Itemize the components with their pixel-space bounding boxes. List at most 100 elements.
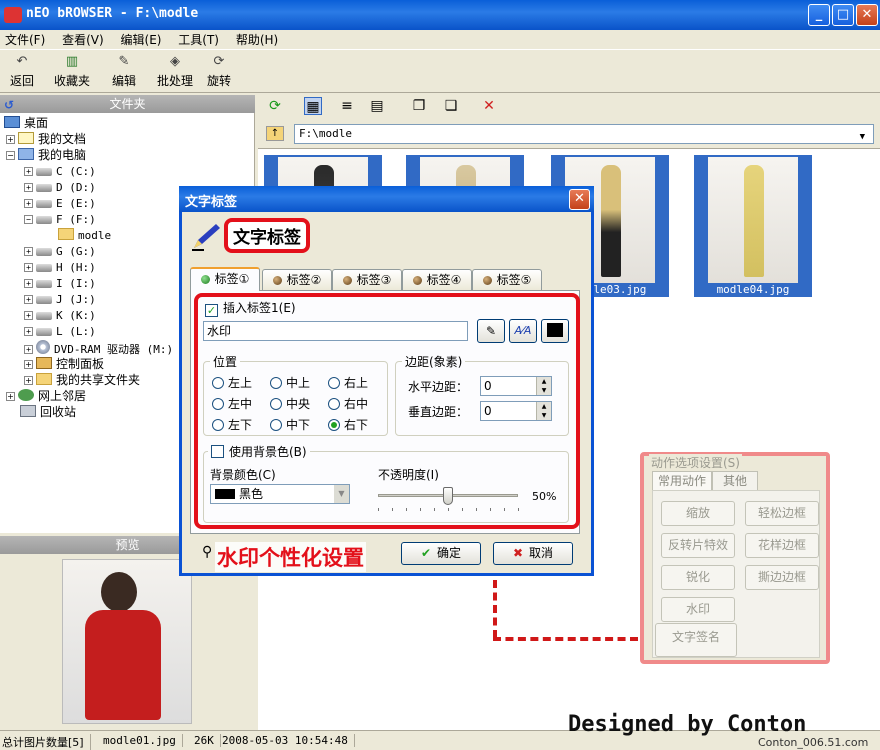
app-icon xyxy=(4,7,22,23)
folder-up-icon[interactable]: ↑ xyxy=(266,126,284,141)
dvd-icon xyxy=(36,340,50,354)
ok-button[interactable]: ✔ 确定 xyxy=(401,542,481,565)
tab-other[interactable]: 其他 xyxy=(712,471,758,490)
watermark-button[interactable]: 水印 xyxy=(661,597,735,622)
expand-icon[interactable]: + xyxy=(24,327,33,336)
tab-label-2[interactable]: 标签② xyxy=(262,269,332,290)
minimize-button[interactable]: _ xyxy=(808,4,830,26)
expand-icon[interactable]: + xyxy=(6,135,15,144)
expand-icon[interactable]: + xyxy=(24,247,33,256)
designer-watermark: Designed by Conton xyxy=(568,712,807,737)
collapse-icon[interactable]: − xyxy=(6,151,15,160)
tree-item-my-computer[interactable]: − 我的电脑 xyxy=(6,147,86,163)
scale-button[interactable]: 缩放 xyxy=(661,501,735,526)
expand-icon[interactable]: + xyxy=(24,279,33,288)
thumbnail-item[interactable]: modle04.jpg xyxy=(694,155,812,297)
tree-item-dvd[interactable]: + DVD-RAM 驱动器 (M:) xyxy=(24,340,173,356)
expand-icon[interactable]: + xyxy=(24,263,33,272)
sharpen-button[interactable]: 锐化 xyxy=(661,565,735,590)
magnifier-icon[interactable]: ⚲ xyxy=(202,544,212,560)
menu-view[interactable]: 查看(V) xyxy=(57,30,112,48)
tree-item-drive-i[interactable]: + I (I:) xyxy=(24,276,96,292)
folder-icon xyxy=(18,132,34,144)
edit-button[interactable]: ✎ 编辑 xyxy=(108,54,140,92)
menu-tools[interactable]: 工具(T) xyxy=(173,30,227,48)
dialog-heading: 文字标签 xyxy=(224,218,310,253)
text-signature-button[interactable]: 文字签名 xyxy=(655,623,737,657)
action-buttons: 缩放 轻松边框 反转片特效 花样边框 锐化 撕边边框 水印 文字签名 xyxy=(652,490,820,658)
tree-item-drive-l[interactable]: + L (L:) xyxy=(24,324,96,340)
torn-border-button[interactable]: 撕边边框 xyxy=(745,565,819,590)
copy-icon[interactable]: ❐ xyxy=(410,97,428,115)
tab-common-actions[interactable]: 常用动作 xyxy=(652,471,712,490)
expand-icon[interactable]: + xyxy=(24,199,33,208)
tree-item-drive-k[interactable]: + K (K:) xyxy=(24,308,96,324)
computer-icon xyxy=(18,148,34,160)
refresh-icon[interactable]: ↺ xyxy=(4,96,14,114)
tree-item-shared[interactable]: + 我的共享文件夹 xyxy=(24,372,140,388)
chevron-down-icon[interactable]: ▼ xyxy=(860,128,865,146)
expand-icon[interactable]: + xyxy=(24,167,33,176)
delete-icon[interactable]: ✕ xyxy=(480,97,498,115)
pattern-border-button[interactable]: 花样边框 xyxy=(745,533,819,558)
tree-item-drive-d[interactable]: + D (D:) xyxy=(24,180,96,196)
expand-icon[interactable]: + xyxy=(24,360,33,369)
preview-pane xyxy=(0,554,255,730)
text-label-dialog: 文字标签 ✕ 文字标签 标签① 标签② 标签③ 标签④ 标签⑤ ✓ 插入标签1(E… xyxy=(179,186,594,576)
expand-icon[interactable]: + xyxy=(24,345,33,354)
tree-item-my-docs[interactable]: + 我的文档 xyxy=(6,131,86,147)
cancel-button[interactable]: ✖ 取消 xyxy=(493,542,573,565)
tree-item-drive-e[interactable]: + E (E:) xyxy=(24,196,96,212)
easy-border-button[interactable]: 轻松边框 xyxy=(745,501,819,526)
menu-edit[interactable]: 编辑(E) xyxy=(116,30,170,48)
tree-item-modle[interactable]: modle xyxy=(58,228,111,244)
paste-icon[interactable]: ❏ xyxy=(442,97,460,115)
thumbnail-view-icon[interactable]: ▦ xyxy=(304,97,322,115)
tree-item-desktop[interactable]: 桌面 xyxy=(4,115,48,131)
expand-icon[interactable]: + xyxy=(6,392,15,401)
shared-folder-icon xyxy=(36,373,52,385)
tree-item-control-panel[interactable]: + 控制面板 xyxy=(24,356,104,372)
tab-label-5[interactable]: 标签⑤ xyxy=(472,269,542,290)
refresh-icon[interactable]: ⟳ xyxy=(266,97,284,115)
tree-item-drive-j[interactable]: + J (J:) xyxy=(24,292,96,308)
expand-icon[interactable]: + xyxy=(24,295,33,304)
rotate-button[interactable]: ⟳ 旋转 xyxy=(204,54,234,92)
drive-icon xyxy=(36,248,52,256)
rotate-icon: ⟳ xyxy=(213,54,225,69)
detail-view-icon[interactable]: ▤ xyxy=(368,97,386,115)
folder-icon xyxy=(58,228,74,240)
window-title: nEO bROWSER - F:\modle xyxy=(26,6,199,21)
tab-label-4[interactable]: 标签④ xyxy=(402,269,472,290)
tab-label-1[interactable]: 标签① xyxy=(190,267,260,291)
expand-icon[interactable]: + xyxy=(24,183,33,192)
status-total: 总计图片数量[5] xyxy=(2,734,91,750)
maximize-button[interactable]: □ xyxy=(832,4,854,26)
tab-label-3[interactable]: 标签③ xyxy=(332,269,402,290)
tree-item-drive-g[interactable]: + G (G:) xyxy=(24,244,96,260)
dialog-title-bar[interactable]: 文字标签 ✕ xyxy=(179,186,594,212)
favorites-button[interactable]: ▥ 收藏夹 xyxy=(50,54,94,92)
batch-button[interactable]: ◈ 批处理 xyxy=(154,54,196,92)
toolbar: ↶ 返回 ▥ 收藏夹 ✎ 编辑 ◈ 批处理 ⟳ 旋转 xyxy=(0,49,880,93)
dialog-close-button[interactable]: ✕ xyxy=(569,189,590,210)
collapse-icon[interactable]: − xyxy=(24,215,33,224)
bullet-icon xyxy=(200,275,210,284)
menu-file[interactable]: 文件(F) xyxy=(0,30,53,48)
expand-icon[interactable]: + xyxy=(24,376,33,385)
tree-item-drive-h[interactable]: + H (H:) xyxy=(24,260,96,276)
tree-item-drive-f[interactable]: − F (F:) xyxy=(24,212,96,228)
bullet-icon xyxy=(272,276,282,285)
back-button[interactable]: ↶ 返回 xyxy=(6,54,38,92)
window-title-bar[interactable]: nEO bROWSER - F:\modle _ □ ✕ xyxy=(0,0,880,30)
close-button[interactable]: ✕ xyxy=(856,4,878,26)
tree-item-network[interactable]: + 网上邻居 xyxy=(6,388,86,404)
drive-icon xyxy=(36,328,52,336)
tree-item-drive-c[interactable]: + C (C:) xyxy=(24,164,96,180)
expand-icon[interactable]: + xyxy=(24,311,33,320)
film-effect-button[interactable]: 反转片特效 xyxy=(661,533,735,558)
menu-help[interactable]: 帮助(H) xyxy=(231,30,286,48)
list-view-icon[interactable]: ≡ xyxy=(338,97,356,115)
address-input[interactable]: F:\modle ▼ xyxy=(294,124,874,144)
tree-item-recycle[interactable]: 回收站 xyxy=(20,404,76,420)
